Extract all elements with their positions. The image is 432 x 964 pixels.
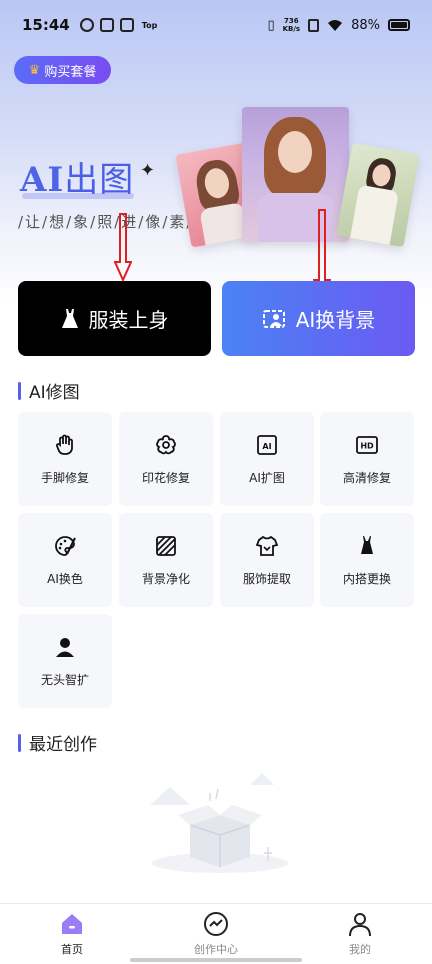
buy-plan-button[interactable]: ♛ 购买套餐 xyxy=(14,56,111,84)
tool-ai-recolor[interactable]: AI换色 xyxy=(18,513,112,607)
tool-label: AI扩图 xyxy=(249,470,285,485)
shirt-icon xyxy=(255,535,279,556)
recent-section-title: 最近创作 xyxy=(18,730,97,755)
vibrate-icon: ▯ xyxy=(267,17,275,33)
svg-text:HD: HD xyxy=(360,441,374,450)
trend-icon xyxy=(204,912,228,936)
hero-title-cn: 出图 xyxy=(64,160,135,200)
wifi-icon xyxy=(328,19,343,31)
wallet-notification-icon xyxy=(99,18,114,32)
stripes-icon xyxy=(156,535,176,556)
sparkle-icon: ✦ xyxy=(140,160,156,181)
svg-text:AI: AI xyxy=(262,442,271,451)
tool-print-repair[interactable]: 印花修复 xyxy=(119,412,213,506)
tool-label: 服饰提取 xyxy=(242,571,291,586)
net-speed: 736 KB/s xyxy=(283,17,300,33)
tab-mine-label: 我的 xyxy=(349,943,371,956)
ai-expand-icon: AI xyxy=(257,434,277,455)
hd-icon: HD xyxy=(356,435,378,454)
play-notification-icon xyxy=(119,18,134,32)
section-accent-bar xyxy=(18,733,21,752)
empty-box-illustration xyxy=(150,773,288,873)
tool-label: 印花修复 xyxy=(141,470,190,485)
hero-photo-main xyxy=(242,107,349,242)
ai-change-background-button[interactable]: AI换背景 xyxy=(222,281,415,356)
status-time: 15:44 xyxy=(22,16,70,34)
sim-icon xyxy=(308,18,320,32)
ai-repair-section-title: AI修图 xyxy=(18,378,80,403)
buy-plan-label: 购买套餐 xyxy=(44,64,97,80)
profile-icon xyxy=(349,913,371,937)
tool-label: AI换色 xyxy=(47,571,83,586)
annotation-arrow-left xyxy=(114,213,132,282)
ai-repair-title-text: AI修图 xyxy=(29,383,80,403)
tool-label: 内搭更换 xyxy=(342,571,391,586)
tool-ai-expand[interactable]: AI AI扩图 xyxy=(220,412,314,506)
home-indicator xyxy=(130,958,302,962)
portrait-icon xyxy=(262,309,285,328)
battery-percent: 88% xyxy=(351,17,380,33)
dress-icon xyxy=(61,308,78,328)
tool-hand-foot-repair[interactable]: 手脚修复 xyxy=(18,412,112,506)
tab-home-label: 首页 xyxy=(61,943,83,956)
crown-icon: ♛ xyxy=(28,62,41,78)
home-icon xyxy=(62,914,82,934)
camisole-icon xyxy=(361,535,373,554)
tool-label: 高清修复 xyxy=(342,470,391,485)
app-notification-icon xyxy=(79,18,94,32)
dress-on-body-button[interactable]: 服装上身 xyxy=(18,281,211,356)
tool-background-purify[interactable]: 背景净化 xyxy=(119,513,213,607)
person-icon xyxy=(56,637,74,657)
battery-icon xyxy=(388,19,410,31)
flower-icon xyxy=(156,434,176,454)
tab-creation-center[interactable]: 创作中心 xyxy=(144,904,288,964)
palette-icon xyxy=(55,535,76,556)
tab-home[interactable]: 首页 xyxy=(0,904,144,964)
net-speed-unit: KB/s xyxy=(282,25,301,33)
hero-title: AI出图 xyxy=(20,152,134,201)
ai-change-background-label: AI换背景 xyxy=(295,308,376,332)
status-bar: 15:44 Top ▯ 736 KB/s 88% xyxy=(0,0,432,50)
net-speed-value: 736 xyxy=(284,17,299,25)
tool-label: 背景净化 xyxy=(141,571,190,586)
tool-headless-expand[interactable]: 无头智扩 xyxy=(18,614,112,708)
hero-title-ai: AI xyxy=(20,160,65,200)
top-notification-label: Top xyxy=(141,20,158,30)
dress-on-body-label: 服装上身 xyxy=(88,308,169,332)
tool-hd-repair[interactable]: HD 高清修复 xyxy=(320,412,414,506)
tool-label: 无头智扩 xyxy=(40,672,89,687)
tool-innerwear-swap[interactable]: 内搭更换 xyxy=(320,513,414,607)
tool-clothing-extract[interactable]: 服饰提取 xyxy=(220,513,314,607)
tool-label: 手脚修复 xyxy=(40,470,89,485)
hero-subtitle: /让/想/象/照/进/像/素/ xyxy=(18,213,194,231)
hand-icon xyxy=(56,434,73,455)
bottom-tab-bar: 首页 创作中心 我的 xyxy=(0,903,432,964)
tab-mine[interactable]: 我的 xyxy=(288,904,432,964)
tab-creation-center-label: 创作中心 xyxy=(194,943,238,956)
section-accent-bar xyxy=(18,381,21,400)
recent-title-text: 最近创作 xyxy=(29,735,97,755)
